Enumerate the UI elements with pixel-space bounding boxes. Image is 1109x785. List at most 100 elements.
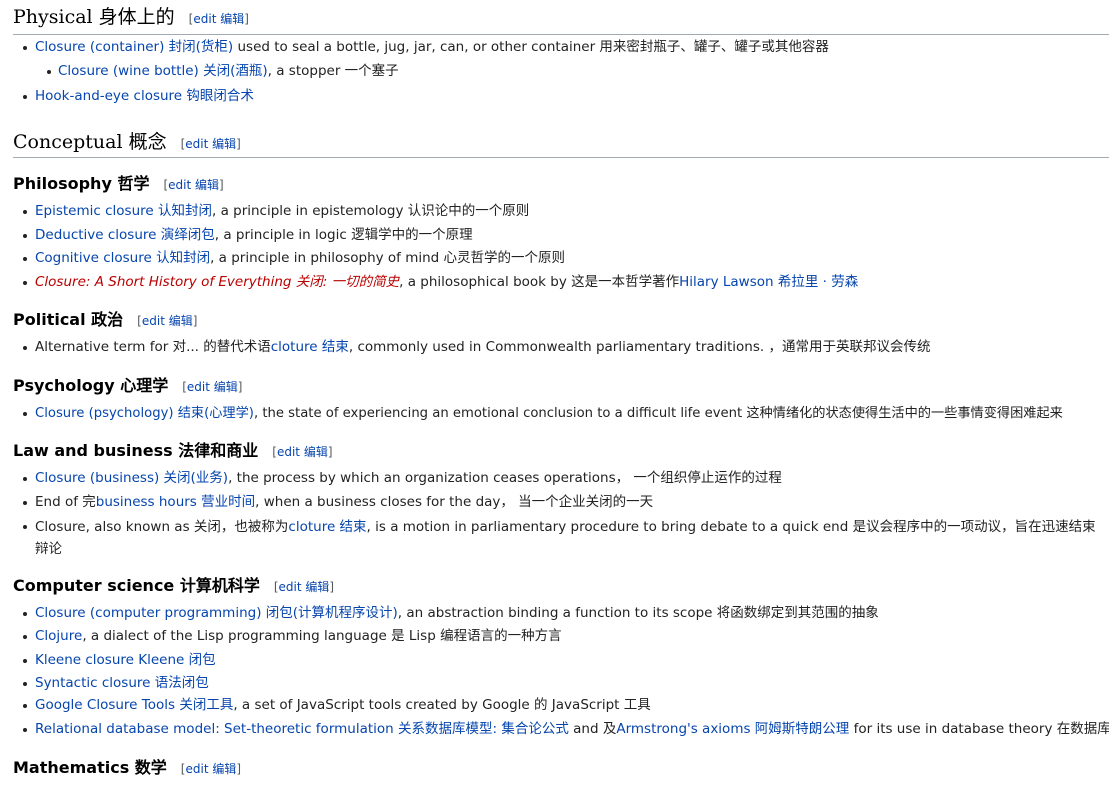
section-heading-mathematics: Mathematics 数学 [edit 编辑] bbox=[13, 756, 1109, 781]
section-mathematics: Mathematics 数学 [edit 编辑] bbox=[13, 756, 1109, 781]
item-text: End of 完 bbox=[35, 494, 96, 510]
list-item: Closure: A Short History of Everything 关… bbox=[13, 273, 1109, 297]
item-link[interactable]: Kleene closure Kleene 闭包 bbox=[35, 652, 216, 668]
edit-section-link: [edit 编辑] bbox=[180, 762, 242, 776]
edit-section-link: [edit 编辑] bbox=[180, 137, 241, 151]
list-item: Deductive closure 演绎闭包, a principle in l… bbox=[13, 226, 1109, 249]
item-text: and 及 bbox=[568, 721, 617, 737]
section-computer-science: Computer science 计算机科学 [edit 编辑] bbox=[13, 574, 1109, 599]
section-physical: Physical 身体上的 [edit 编辑] bbox=[13, 4, 1109, 35]
item-link[interactable]: Closure (psychology) 结束(心理学) bbox=[35, 406, 254, 421]
edit-section-link: [edit 编辑] bbox=[272, 445, 333, 459]
list-physical: Closure (container) 封闭(货柜) used to seal … bbox=[13, 38, 1109, 111]
list-computer-science: Closure (computer programming) 闭包(计算机程序设… bbox=[13, 604, 1109, 744]
edit-link[interactable]: edit 编辑 bbox=[168, 178, 219, 192]
item-text: , commonly used in Commonwealth parliame… bbox=[348, 339, 931, 355]
edit-link[interactable]: edit 编辑 bbox=[279, 580, 330, 594]
item-link[interactable]: Relational database model: Set-theoretic… bbox=[35, 721, 569, 737]
item-text: , when a business closes for the day， 当一… bbox=[255, 494, 654, 510]
list-item: Epistemic closure 认知封闭, a principle in e… bbox=[13, 202, 1109, 226]
item-link[interactable]: cloture 结束 bbox=[271, 339, 349, 355]
list-item: Clojure, a dialect of the Lisp programmi… bbox=[13, 627, 1109, 651]
item-text: , the state of experiencing an emotional… bbox=[253, 406, 1063, 421]
heading-title: Mathematics 数学 bbox=[13, 758, 167, 777]
list-item: Syntactic closure 语法闭包 bbox=[13, 674, 1109, 696]
list-psychology: Closure (psychology) 结束(心理学), the state … bbox=[13, 404, 1109, 428]
list-item: Hook-and-eye closure 钩眼闭合术 bbox=[13, 87, 1109, 111]
section-heading-psychology: Psychology 心理学 [edit 编辑] bbox=[13, 374, 1109, 399]
edit-link[interactable]: edit 编辑 bbox=[193, 12, 244, 26]
item-text: , a principle in logic 逻辑学中的一个原理 bbox=[214, 227, 473, 243]
edit-section-link: [edit 编辑] bbox=[182, 380, 243, 394]
list-item: Google Closure Tools 关闭工具, a set of Java… bbox=[13, 696, 1109, 720]
list-item: Closure (computer programming) 闭包(计算机程序设… bbox=[13, 604, 1109, 627]
item-link[interactable]: Deductive closure 演绎闭包 bbox=[35, 227, 215, 243]
section-heading-law-business: Law and business 法律和商业 [edit 编辑] bbox=[13, 439, 1109, 464]
edit-link[interactable]: edit 编辑 bbox=[277, 445, 328, 459]
list-item: Closure, also known as 关闭，也被称为cloture 结束… bbox=[13, 516, 1105, 560]
item-text: used to seal a bottle, jug, jar, can, or… bbox=[233, 39, 829, 55]
item-link[interactable]: Armstrong's axioms 阿姆斯特朗公理 bbox=[616, 721, 849, 737]
edit-link[interactable]: edit 编辑 bbox=[187, 380, 238, 394]
item-link[interactable]: Syntactic closure 语法闭包 bbox=[35, 675, 209, 691]
section-heading-computer-science: Computer science 计算机科学 [edit 编辑] bbox=[13, 574, 1109, 599]
edit-link[interactable]: edit 编辑 bbox=[185, 137, 236, 151]
heading-title: Political 政治 bbox=[13, 310, 124, 329]
item-link[interactable]: cloture 结束 bbox=[288, 519, 366, 535]
section-heading-political: Political 政治 [edit 编辑] bbox=[13, 308, 1109, 333]
item-link[interactable]: Closure (container) 封闭(货柜) bbox=[35, 39, 233, 55]
heading-title: Conceptual 概念 bbox=[13, 131, 167, 153]
item-text: Closure, also known as 关闭，也被称为 bbox=[35, 519, 289, 535]
item-link[interactable]: Google Closure Tools 关闭工具 bbox=[35, 697, 233, 713]
item-link-author[interactable]: Hilary Lawson 希拉里 · 劳森 bbox=[679, 274, 858, 290]
item-text: , a set of JavaScript tools created by G… bbox=[233, 697, 651, 713]
edit-section-link: [edit 编辑] bbox=[163, 178, 224, 192]
section-conceptual: Conceptual 概念 [edit 编辑] bbox=[13, 129, 1109, 158]
item-link[interactable]: Epistemic closure 认知封闭 bbox=[35, 203, 212, 219]
item-text: , a principle in philosophy of mind 心灵哲学… bbox=[210, 250, 566, 266]
item-text: , a stopper 一个塞子 bbox=[267, 63, 399, 79]
item-text: for its use in database theory 在数据库 bbox=[849, 721, 1109, 737]
section-law-business: Law and business 法律和商业 [edit 编辑] bbox=[13, 439, 1109, 464]
list-item: Closure (psychology) 结束(心理学), the state … bbox=[13, 404, 1109, 428]
edit-link[interactable]: edit 编辑 bbox=[142, 314, 193, 328]
item-text: , a principle in epistemology 认识论中的一个原则 bbox=[211, 203, 530, 219]
list-item: Closure (business) 关闭(业务), the process b… bbox=[13, 469, 1109, 493]
list-philosophy: Epistemic closure 认知封闭, a principle in e… bbox=[13, 202, 1109, 297]
item-link[interactable]: Cognitive closure 认知封闭 bbox=[35, 250, 210, 266]
edit-section-link: [edit 编辑] bbox=[188, 12, 249, 26]
item-link[interactable]: Hook-and-eye closure 钩眼闭合术 bbox=[35, 88, 254, 104]
section-heading-conceptual: Conceptual 概念 [edit 编辑] bbox=[13, 129, 1109, 158]
list-law-business: Closure (business) 关闭(业务), the process b… bbox=[13, 469, 1109, 560]
heading-title: Psychology 心理学 bbox=[13, 376, 169, 395]
item-text: Alternative term for 对... 的替代术语 bbox=[35, 339, 271, 355]
section-heading-philosophy: Philosophy 哲学 [edit 编辑] bbox=[13, 172, 1109, 197]
heading-title: Computer science 计算机科学 bbox=[13, 576, 260, 595]
list-item: Relational database model: Set-theoretic… bbox=[13, 720, 1109, 744]
item-link[interactable]: business hours 营业时间 bbox=[96, 494, 255, 510]
item-text: , an abstraction binding a function to i… bbox=[397, 605, 879, 621]
heading-title: Law and business 法律和商业 bbox=[13, 441, 259, 460]
section-political: Political 政治 [edit 编辑] bbox=[13, 308, 1109, 333]
section-heading-physical: Physical 身体上的 [edit 编辑] bbox=[13, 4, 1109, 35]
item-text: , a dialect of the Lisp programming lang… bbox=[82, 628, 562, 644]
item-link[interactable]: Closure (business) 关闭(业务) bbox=[35, 470, 228, 486]
item-link[interactable]: Closure (wine bottle) 关闭(酒瓶) bbox=[58, 63, 268, 79]
item-link[interactable]: Clojure bbox=[35, 628, 82, 644]
edit-section-link: [edit 编辑] bbox=[273, 580, 335, 594]
item-link-missing[interactable]: Closure: A Short History of Everything 关… bbox=[35, 274, 399, 290]
edit-link[interactable]: edit 编辑 bbox=[185, 762, 236, 776]
list-item: Closure (container) 封闭(货柜) used to seal … bbox=[13, 38, 1109, 62]
list-item: Cognitive closure 认知封闭, a principle in p… bbox=[13, 249, 1109, 273]
item-link[interactable]: Closure (computer programming) 闭包(计算机程序设… bbox=[35, 605, 398, 621]
section-philosophy: Philosophy 哲学 [edit 编辑] bbox=[13, 172, 1109, 197]
list-item: End of 完business hours 营业时间, when a busi… bbox=[13, 493, 1109, 516]
item-text: , a philosophical book by 这是一本哲学著作 bbox=[399, 274, 680, 290]
item-text: , the process by which an organization c… bbox=[228, 470, 782, 486]
list-political: Alternative term for 对... 的替代术语cloture 结… bbox=[13, 338, 1109, 362]
list-item: Alternative term for 对... 的替代术语cloture 结… bbox=[13, 338, 1109, 362]
heading-title: Philosophy 哲学 bbox=[13, 174, 150, 193]
list-item: Closure (wine bottle) 关闭(酒瓶), a stopper … bbox=[13, 62, 1109, 87]
edit-section-link: [edit 编辑] bbox=[137, 314, 198, 328]
section-psychology: Psychology 心理学 [edit 编辑] bbox=[13, 374, 1109, 399]
